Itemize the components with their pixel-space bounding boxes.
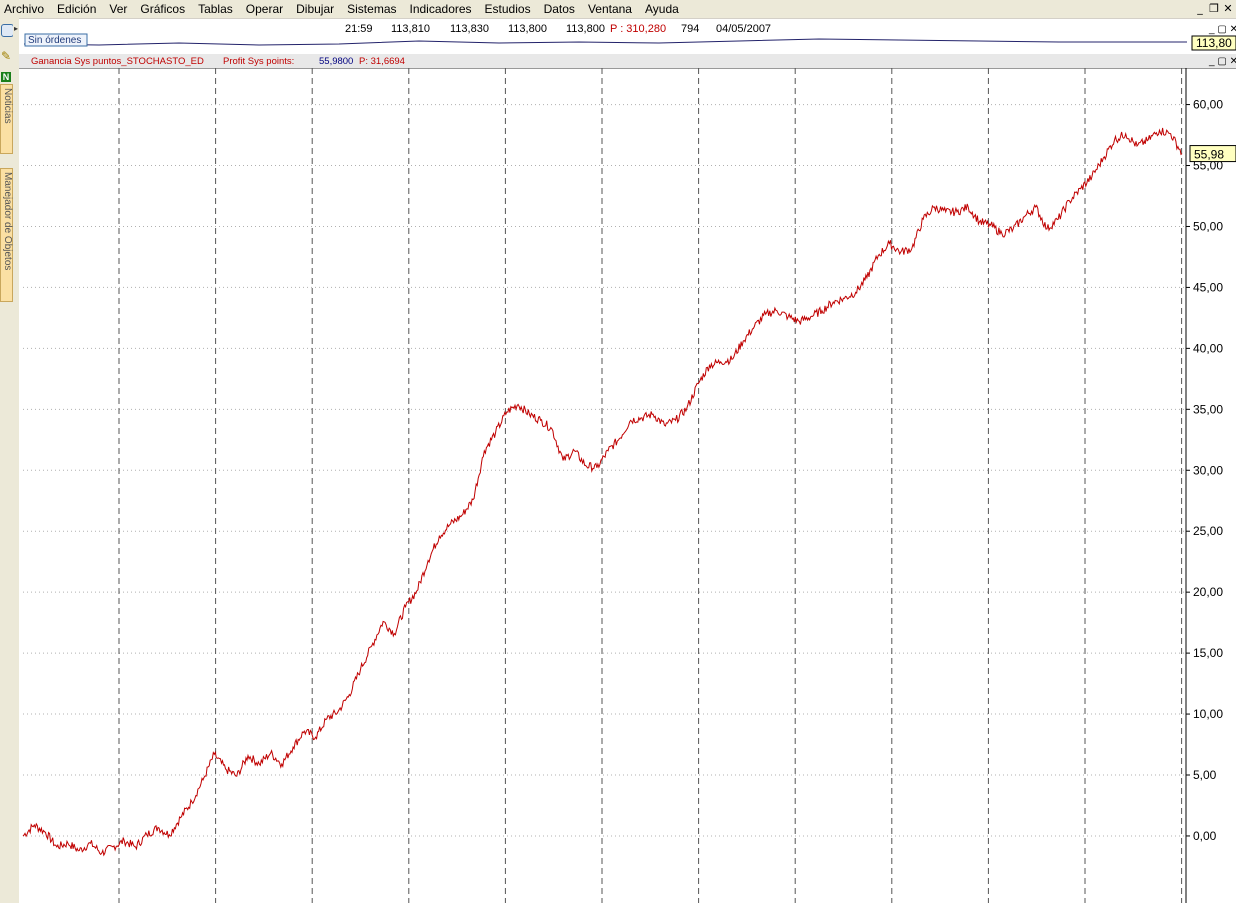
menu-5[interactable]: Operar [242, 1, 292, 17]
pencil-icon[interactable]: ✎ [1, 50, 11, 62]
quote-close: 113,800 [566, 23, 605, 35]
news-badge-icon[interactable]: N [1, 72, 11, 82]
close-icon[interactable]: ✕ [1222, 3, 1234, 15]
quote-open: 113,810 [391, 23, 430, 35]
window-controls: _ ❐ ✕ [1194, 0, 1236, 18]
menu-8[interactable]: Indicadores [406, 1, 481, 17]
equity-chart-svg: 0,00 5,00 10,00 15,00 20,00 25,00 30,00 35,00 40… [22, 68, 1236, 903]
last-value-label: 55,98 [1194, 148, 1224, 162]
menu-12[interactable]: Ayuda [641, 1, 688, 17]
left-side-panel: ✎ N Noticias Manejador de Objetos [0, 18, 14, 903]
menu-0[interactable]: Archivo [0, 1, 53, 17]
price-mini-line [23, 38, 1187, 46]
tab-news-label: Noticias [2, 88, 13, 124]
equity-chart[interactable]: 0,00 5,00 10,00 15,00 20,00 25,00 30,00 35,00 40… [19, 68, 1236, 903]
y-tick-label: 30,00 [1193, 463, 1223, 477]
panel-p-value: P: 31,6694 [359, 56, 405, 67]
y-tick-label: 25,00 [1193, 524, 1223, 538]
y-tick-label: 5,00 [1193, 768, 1217, 782]
y-tick-label: 45,00 [1193, 280, 1223, 294]
price-panel: 21:59 113,810 113,830 113,800 113,800 P … [19, 20, 1236, 55]
menu-6[interactable]: Dibujar [292, 1, 343, 17]
panel-controls-icon[interactable]: _ ▢ ✕ [1208, 56, 1236, 67]
quote-time: 21:59 [345, 23, 373, 35]
y-tick-label: 60,00 [1193, 98, 1223, 112]
y-tick-label: 50,00 [1193, 219, 1223, 233]
minimize-icon[interactable]: _ [1194, 3, 1206, 15]
menu-1[interactable]: Edición [53, 1, 105, 17]
indicator-panel-header: Ganancia Sys puntos_STOCHASTO_ED Profit … [19, 54, 1236, 69]
restore-icon[interactable]: ❐ [1208, 3, 1220, 15]
orders-badge-label: Sin órdenes [28, 35, 81, 46]
quote-volume: 794 [681, 23, 699, 35]
expand-arrow-icon[interactable]: ▸ [14, 24, 18, 33]
price-marker-label: 113,80 [1196, 36, 1232, 50]
menu-4[interactable]: Tablas [194, 1, 242, 17]
y-tick-label: 40,00 [1193, 341, 1223, 355]
strip-controls-icon[interactable]: _ ▢ ✕ [1208, 24, 1236, 35]
menu-7[interactable]: Sistemas [343, 1, 405, 17]
y-tick-label: 15,00 [1193, 646, 1223, 660]
menu-3[interactable]: Gráficos [136, 1, 194, 17]
menu-2[interactable]: Ver [105, 1, 136, 17]
y-tick-label: 20,00 [1193, 585, 1223, 599]
menu-9[interactable]: Estudios [481, 1, 540, 17]
panel-metric-label: Profit Sys points: [223, 56, 294, 67]
panel-title: Ganancia Sys puntos_STOCHASTO_ED [31, 56, 204, 67]
menu-11[interactable]: Ventana [584, 1, 641, 17]
panel-header-svg: Ganancia Sys puntos_STOCHASTO_ED Profit … [31, 56, 1236, 67]
y-tick-label: 0,00 [1193, 829, 1217, 843]
tab-news[interactable]: Noticias [0, 84, 13, 154]
menu-bar: Archivo Edición Ver Gráficos Tablas Operar Dib… [0, 0, 1236, 19]
y-tick-label: 10,00 [1193, 707, 1223, 721]
quote-p-value: P : 310,280 [610, 23, 666, 35]
quote-high: 113,830 [450, 23, 489, 35]
panel-metric-value: 55,9800 [319, 56, 353, 67]
price-panel-svg: 21:59 113,810 113,830 113,800 113,800 P … [23, 23, 1236, 51]
quote-low: 113,800 [508, 23, 547, 35]
quote-date: 04/05/2007 [716, 23, 771, 35]
y-tick-label: 35,00 [1193, 402, 1223, 416]
menu-10[interactable]: Datos [540, 1, 584, 17]
tab-object-manager[interactable]: Manejador de Objetos [0, 168, 13, 302]
tab-object-manager-label: Manejador de Objetos [2, 172, 13, 271]
